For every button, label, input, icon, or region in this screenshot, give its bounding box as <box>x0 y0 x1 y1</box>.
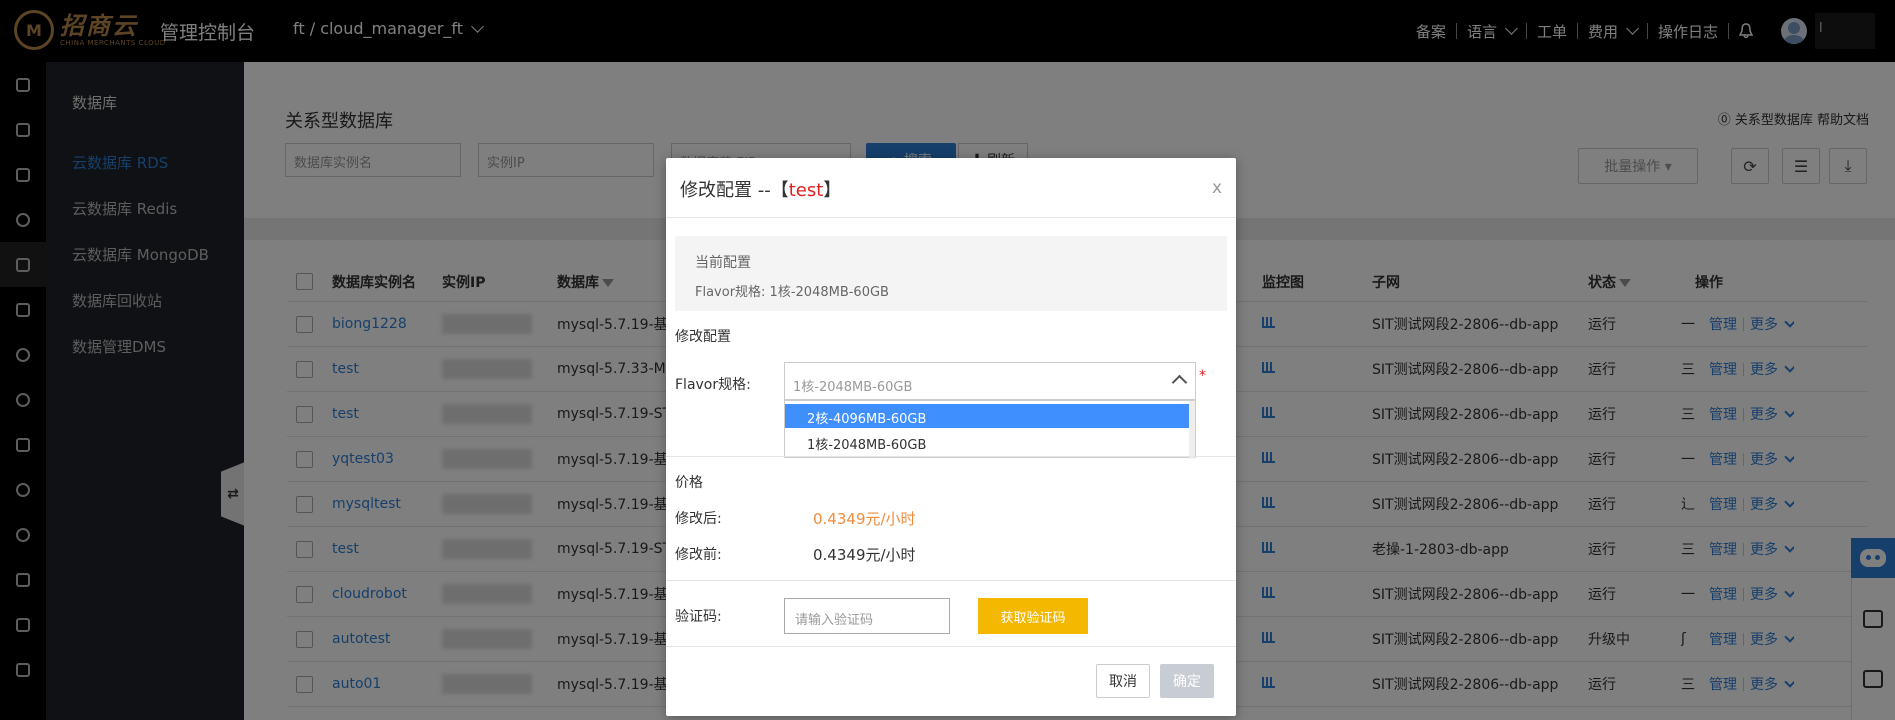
current-config-box: 当前配置 Flavor规格: 1核-2048MB-60GB <box>675 236 1227 311</box>
verification-code-input[interactable]: 请输入验证码 <box>784 598 950 634</box>
price-label: 价格 <box>675 475 703 491</box>
modify-config-dialog: 修改配置 --【test】 x 当前配置 Flavor规格: 1核-2048MB… <box>666 158 1236 716</box>
flavor-select[interactable]: 1核-2048MB-60GB <box>784 362 1196 400</box>
current-flavor: Flavor规格: 1核-2048MB-60GB <box>695 285 889 300</box>
verification-code-label: 验证码: <box>675 609 722 625</box>
dialog-title: 修改配置 --【test】 <box>680 180 842 201</box>
flavor-dropdown: 2核-4096MB-60GB 1核-2048MB-60GB <box>784 400 1196 459</box>
cancel-button[interactable]: 取消 <box>1096 664 1150 698</box>
flavor-label: Flavor规格: <box>675 377 751 393</box>
price-after-value: 0.4349元/小时 <box>813 510 916 528</box>
price-after-label: 修改后: <box>675 511 722 527</box>
flavor-option[interactable]: 2核-4096MB-60GB <box>785 404 1190 428</box>
flavor-option[interactable]: 1核-2048MB-60GB <box>785 430 1190 454</box>
dropdown-scrollbar[interactable] <box>1189 401 1195 459</box>
close-icon[interactable]: x <box>1212 178 1222 198</box>
get-code-button[interactable]: 获取验证码 <box>978 598 1088 634</box>
chevron-up-icon <box>1171 374 1188 391</box>
required-mark: * <box>1199 368 1206 384</box>
price-before-label: 修改前: <box>675 547 722 563</box>
instance-name: test <box>788 180 824 201</box>
modify-config-label: 修改配置 <box>675 329 731 345</box>
price-before-value: 0.4349元/小时 <box>813 546 916 564</box>
confirm-button[interactable]: 确定 <box>1160 664 1214 698</box>
current-config-label: 当前配置 <box>695 255 751 271</box>
